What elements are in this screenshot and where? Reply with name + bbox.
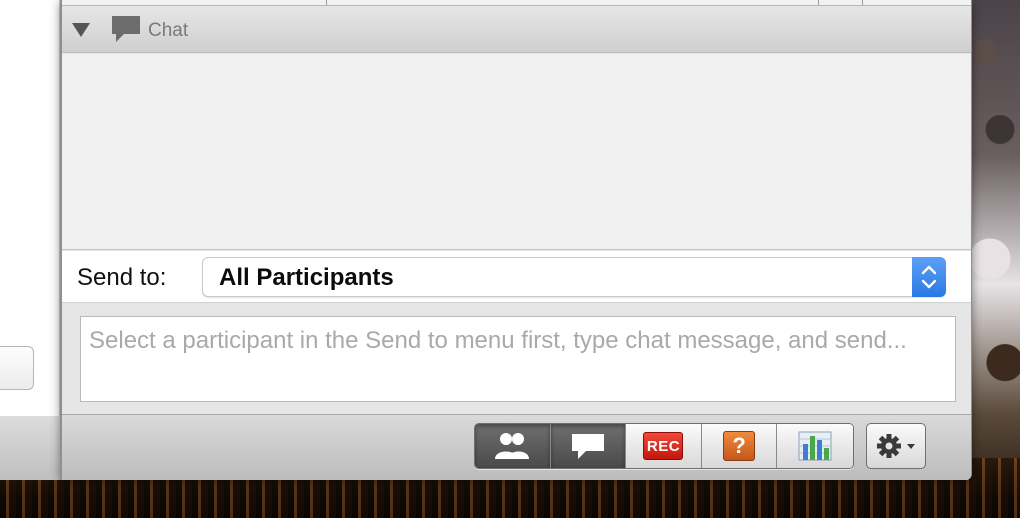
send-to-select[interactable]: All Participants: [202, 257, 946, 297]
gear-icon: [877, 434, 915, 458]
record-button[interactable]: REC: [626, 424, 702, 468]
record-icon: REC: [643, 432, 684, 460]
chat-panel-title: Chat: [148, 20, 189, 41]
compose-area: [62, 304, 971, 414]
chat-bubble-icon: [571, 434, 604, 459]
background-window-footer: [0, 416, 62, 480]
collapse-triangle-icon[interactable]: [72, 23, 90, 37]
chat-message-input[interactable]: [80, 316, 956, 402]
bar-chart-icon: [798, 431, 832, 461]
desktop-wallpaper-right: [970, 0, 1020, 518]
send-to-selected-value: All Participants: [219, 264, 394, 291]
send-to-label: Send to:: [77, 264, 167, 291]
help-button[interactable]: ?: [701, 424, 778, 468]
panel-toggle-group: REC ?: [474, 423, 854, 469]
background-window-button[interactable]: [0, 346, 34, 390]
chat-panel-header[interactable]: Chat: [62, 6, 971, 53]
settings-menu-button[interactable]: [866, 423, 926, 469]
bottom-toolbar: REC ?: [62, 414, 971, 480]
polling-button[interactable]: [777, 424, 853, 468]
chat-bubble-icon: [112, 16, 140, 42]
help-icon: ?: [723, 431, 756, 461]
participants-icon: [495, 433, 530, 459]
background-window: [0, 0, 60, 416]
participants-button[interactable]: [475, 424, 551, 468]
send-to-row: Send to: All Participants: [62, 251, 971, 303]
chat-button[interactable]: [550, 424, 627, 468]
chat-message-list: [62, 54, 971, 250]
select-stepper-icon[interactable]: [912, 257, 946, 297]
webex-chat-window: Chat Send to: All Participants Select a …: [60, 0, 972, 480]
